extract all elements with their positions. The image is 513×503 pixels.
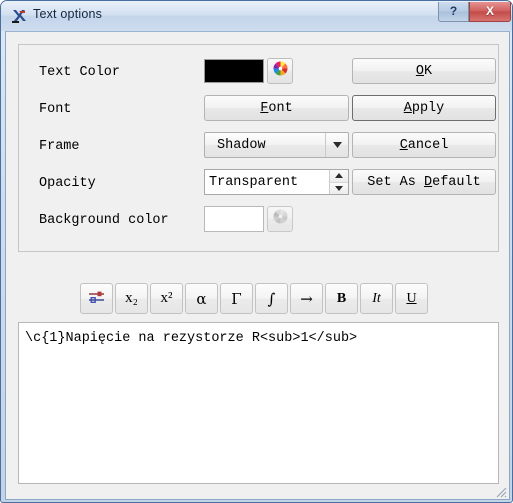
label-background-color: Background color: [39, 213, 169, 228]
spin-up-icon[interactable]: [330, 170, 348, 183]
help-button-label: ?: [449, 4, 458, 18]
color-wheel-icon: [272, 60, 289, 82]
set-as-default-button-label: Set As Default: [367, 174, 481, 190]
opacity-spinbox-buttons[interactable]: [329, 170, 348, 194]
arrow-right-glyph: →: [300, 289, 313, 308]
opacity-spinbox-value: Transparent: [209, 174, 299, 190]
frame-combobox[interactable]: Shadow: [204, 132, 349, 158]
text-options-dialog: Text options ? X Text Color Font Frame O…: [0, 0, 513, 503]
format-settings-button[interactable]: [80, 283, 113, 314]
cancel-button-label: Cancel: [399, 137, 449, 153]
ok-button-label: OK: [415, 63, 433, 79]
help-button[interactable]: ?: [438, 2, 469, 22]
close-icon: X: [485, 4, 494, 18]
frame-combobox-value: Shadow: [217, 137, 266, 153]
spin-down-icon[interactable]: [330, 182, 348, 194]
gamma-glyph: Γ: [231, 289, 242, 308]
label-text-color: Text Color: [39, 65, 121, 80]
text-options-group: Text Color Font Frame Opacity Background…: [18, 44, 499, 252]
set-as-default-button[interactable]: Set As Default: [352, 169, 496, 195]
resize-grip[interactable]: [493, 484, 507, 498]
italic-glyph: It: [372, 290, 381, 306]
greek-lowercase-button[interactable]: α: [185, 283, 218, 314]
dialog-client-area: Text Color Font Frame Opacity Background…: [5, 31, 510, 500]
font-button[interactable]: Font: [204, 95, 349, 121]
format-settings-icon: [88, 289, 105, 309]
window-title: Text options: [33, 7, 103, 21]
ok-button[interactable]: OK: [352, 58, 496, 84]
app-icon: [10, 7, 28, 25]
bold-button[interactable]: B: [325, 283, 358, 314]
italic-button[interactable]: It: [360, 283, 393, 314]
chevron-down-icon[interactable]: [325, 133, 348, 157]
text-content-editor[interactable]: \c{1}Napięcie na rezystorze R<sub>1</sub…: [18, 322, 499, 484]
subscript-glyph: x₂: [125, 290, 138, 306]
title-bar[interactable]: Text options ? X: [1, 1, 512, 31]
background-color-picker-button[interactable]: [267, 206, 293, 232]
font-button-label: Font: [260, 100, 293, 116]
label-opacity: Opacity: [39, 176, 96, 191]
integral-symbol-button[interactable]: ∫: [255, 283, 288, 314]
apply-button[interactable]: Apply: [352, 95, 496, 121]
background-color-swatch[interactable]: [204, 206, 264, 232]
opacity-spinbox[interactable]: Transparent: [204, 169, 349, 195]
arrow-symbol-button[interactable]: →: [290, 283, 323, 314]
text-color-picker-button[interactable]: [267, 58, 293, 84]
subscript-button[interactable]: x₂: [115, 283, 148, 314]
greek-uppercase-button[interactable]: Γ: [220, 283, 253, 314]
underline-button[interactable]: U: [395, 283, 428, 314]
editor-text[interactable]: \c{1}Napięcie na rezystorze R<sub>1</sub…: [25, 330, 498, 347]
integral-glyph: ∫: [267, 289, 276, 308]
superscript-button[interactable]: x²: [150, 283, 183, 314]
alpha-glyph: α: [196, 289, 207, 308]
color-wheel-icon-disabled: [272, 208, 289, 230]
close-button[interactable]: X: [469, 2, 511, 22]
bold-glyph: B: [336, 290, 347, 306]
text-color-swatch[interactable]: [204, 59, 264, 83]
underline-glyph: U: [406, 290, 417, 306]
superscript-glyph: x²: [160, 290, 173, 306]
cancel-button[interactable]: Cancel: [352, 132, 496, 158]
apply-button-label: Apply: [403, 100, 445, 116]
label-font: Font: [39, 102, 72, 117]
label-frame: Frame: [39, 139, 80, 154]
formatting-toolbar: x₂ x² α Γ ∫ → B It U: [80, 283, 428, 314]
